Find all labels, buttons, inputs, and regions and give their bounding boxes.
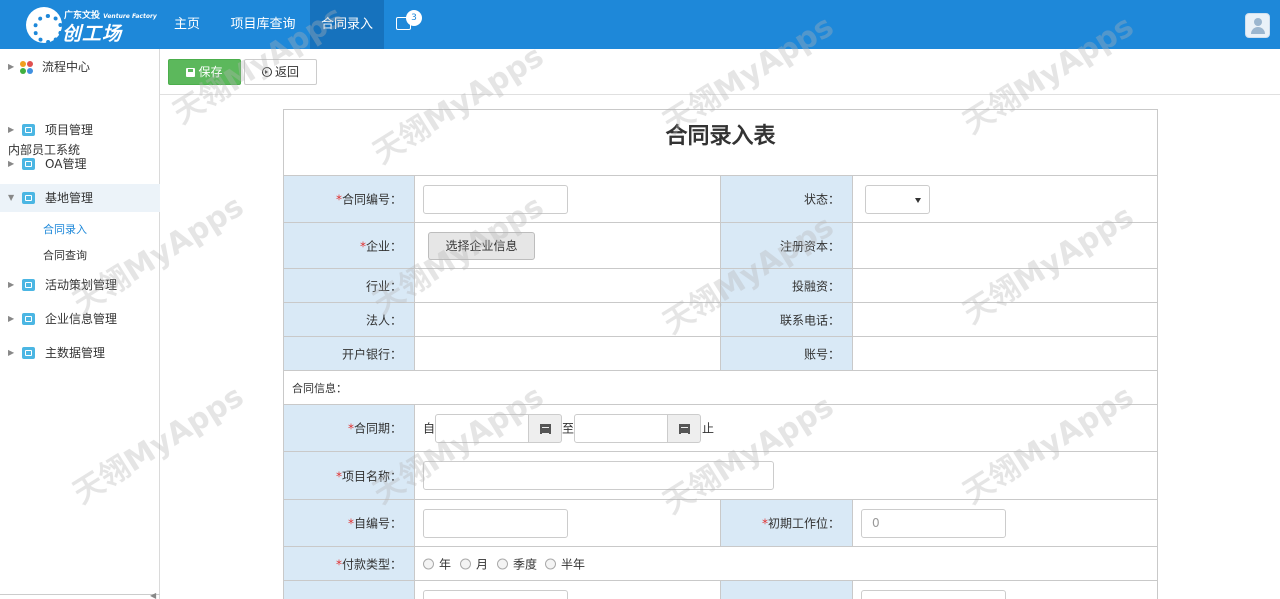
- legal-person-label: 法人：: [365, 313, 402, 327]
- top-navbar: 广东文投 Venture Factory 创工场 主页 项目库查询 合同录入 3: [0, 0, 1280, 49]
- contract-no-input[interactable]: [423, 185, 568, 214]
- industry-label: 行业：: [365, 279, 402, 293]
- phone-value: [853, 303, 1157, 336]
- payment-radio-month[interactable]: 月: [460, 555, 488, 572]
- sidebar-item-master-data[interactable]: ▶ 主数据管理: [0, 339, 160, 367]
- sidebar-item-label: 流程中心: [42, 60, 91, 74]
- caret-right-icon: ▶: [8, 314, 15, 323]
- project-name-label: 项目名称：: [341, 469, 402, 483]
- sidebar-item-project-management[interactable]: ▶ 项目管理: [0, 116, 160, 144]
- company-label: 企业：: [365, 239, 402, 253]
- industry-value: [415, 269, 721, 302]
- form-title: 合同录入表: [665, 124, 776, 149]
- nav-contract-entry[interactable]: 合同录入: [310, 0, 384, 49]
- back-icon: [261, 67, 272, 77]
- sidebar: ▶ 流程中心 内部员工系统 ▶ 项目管理 ▶ OA管理 ▼ 基地管理 合同录入 …: [0, 49, 160, 599]
- nav-project-query[interactable]: 项目库查询: [222, 0, 304, 49]
- period-end-text: 止: [702, 421, 715, 436]
- legal-person-value: [415, 303, 721, 336]
- logo-mark-icon: [26, 7, 63, 44]
- contract-form: 合同录入表 *合同编号： 状态： *企业： 选择企业信息 注册资本： 行业： 投…: [283, 109, 1158, 599]
- period-to-text: 至: [562, 421, 575, 436]
- account-label: 账号：: [803, 347, 840, 361]
- contract-info-section-label: 合同信息：: [292, 381, 347, 395]
- sidebar-subitem-contract-entry[interactable]: 合同录入: [43, 221, 87, 237]
- caret-right-icon: ▶: [8, 62, 15, 71]
- flow-center-icon: [20, 61, 34, 74]
- logo[interactable]: 广东文投 Venture Factory 创工场: [26, 5, 166, 45]
- financing-label: 投融资：: [791, 279, 840, 293]
- logo-text: 创工场: [62, 23, 123, 45]
- collapse-arrow-icon[interactable]: ◀: [150, 591, 156, 599]
- initial-workstations-input[interactable]: 0: [861, 509, 1006, 538]
- module-icon: [22, 158, 35, 170]
- bank-value: [415, 337, 721, 370]
- caret-right-icon: ▶: [8, 159, 15, 168]
- module-icon: [22, 124, 35, 136]
- module-icon: [22, 192, 35, 204]
- status-label: 状态：: [803, 192, 840, 207]
- payment-type-label: 付款类型：: [341, 557, 402, 571]
- caret-right-icon: ▶: [8, 280, 15, 289]
- calendar-icon[interactable]: [668, 414, 701, 443]
- self-no-input[interactable]: [423, 509, 568, 538]
- period-end-input[interactable]: [574, 414, 668, 443]
- period-label: 合同期：: [353, 421, 402, 436]
- payment-radio-quarter[interactable]: 季度: [497, 555, 537, 572]
- form-title-row: 合同录入表: [284, 110, 1157, 176]
- calendar-icon[interactable]: [529, 414, 562, 443]
- caret-down-icon: ▼: [8, 193, 15, 202]
- next-field-input[interactable]: [861, 590, 1006, 599]
- module-icon: [22, 313, 35, 325]
- sidebar-scrollbar[interactable]: [0, 594, 160, 599]
- next-field-input[interactable]: [423, 590, 568, 599]
- status-select[interactable]: [865, 185, 930, 214]
- contract-no-label: 合同编号：: [341, 192, 402, 207]
- registered-capital-value: [853, 223, 1157, 268]
- period-from-text: 自: [423, 421, 436, 436]
- back-button[interactable]: 返回: [244, 59, 317, 85]
- period-start-input[interactable]: [435, 414, 529, 443]
- project-name-input[interactable]: [423, 461, 774, 490]
- sidebar-item-oa-management[interactable]: ▶ OA管理: [0, 150, 160, 178]
- module-icon: [22, 347, 35, 359]
- account-value: [853, 337, 1157, 370]
- phone-label: 联系电话：: [779, 313, 840, 327]
- sidebar-subitem-contract-query[interactable]: 合同查询: [43, 247, 87, 263]
- sidebar-item-base-management[interactable]: ▼ 基地管理: [0, 184, 160, 212]
- registered-capital-label: 注册资本：: [779, 239, 840, 253]
- caret-right-icon: ▶: [8, 348, 15, 357]
- avatar[interactable]: [1245, 13, 1270, 38]
- self-no-label: 自编号：: [353, 516, 402, 531]
- initial-workstations-label: 初期工作位：: [767, 516, 840, 531]
- save-icon: [186, 68, 196, 77]
- save-button[interactable]: 保存: [168, 59, 241, 85]
- financing-value: [853, 269, 1157, 302]
- messages-button[interactable]: 3: [390, 0, 430, 49]
- sidebar-item-event-planning[interactable]: ▶ 活动策划管理: [0, 271, 160, 299]
- sidebar-item-company-info[interactable]: ▶ 企业信息管理: [0, 305, 160, 333]
- message-count-badge: 3: [406, 10, 422, 26]
- choose-company-button[interactable]: 选择企业信息: [428, 232, 535, 260]
- toolbar: 保存 返回: [160, 49, 1280, 95]
- nav-home[interactable]: 主页: [164, 0, 210, 49]
- module-icon: [22, 279, 35, 291]
- sidebar-item-flow-center[interactable]: ▶ 流程中心: [0, 53, 160, 81]
- bank-label: 开户银行：: [341, 347, 402, 361]
- payment-radio-year[interactable]: 年: [423, 555, 451, 572]
- payment-radio-half-year[interactable]: 半年: [545, 555, 585, 572]
- caret-right-icon: ▶: [8, 125, 15, 134]
